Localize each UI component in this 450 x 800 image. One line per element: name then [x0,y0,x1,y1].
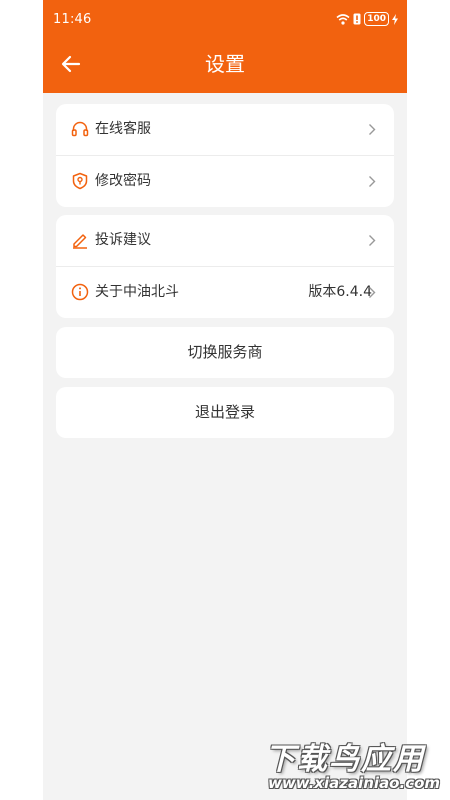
settings-group-2: 投诉建议 关于中油北斗 版本6.4.4 [56,215,394,318]
row-label: 修改密码 [95,173,151,189]
watermark-title: 下载鸟应用 [265,742,425,777]
info-icon [71,283,89,301]
row-online-service[interactable]: 在线客服 [56,104,394,155]
pencil-icon [73,234,87,249]
row-feedback[interactable]: 投诉建议 [56,215,394,266]
wifi-icon [336,14,350,25]
chevron-right-icon [369,287,376,298]
status-icons: 100 [336,12,398,26]
row-label: 在线客服 [95,121,151,137]
status-bar: 11:46 100 [43,0,407,38]
watermark-url: www.xiazainiao.com [268,774,441,792]
status-time: 11:46 [53,12,92,27]
page-title: 设置 [205,52,245,76]
chevron-right-icon [369,124,376,135]
charging-icon [392,13,398,25]
headset-icon [71,121,89,137]
alert-icon [353,13,361,25]
shield-key-icon [72,172,88,190]
row-change-password[interactable]: 修改密码 [56,155,394,207]
app-header: 11:46 100 设置 [43,0,407,93]
settings-group-1: 在线客服 修改密码 [56,104,394,207]
version-value: 版本6.4.4 [308,284,372,300]
switch-provider-button[interactable]: 切换服务商 [56,327,394,378]
row-label: 投诉建议 [95,232,151,248]
battery-icon: 100 [364,12,389,26]
row-about[interactable]: 关于中油北斗 版本6.4.4 [56,266,394,318]
row-label: 关于中油北斗 [95,284,179,300]
chevron-right-icon [369,235,376,246]
watermark: 下载鸟应用 www.xiazainiao.com [265,734,450,800]
logout-button[interactable]: 退出登录 [56,387,394,438]
chevron-right-icon [369,176,376,187]
phone-screen: 11:46 100 设置 在线客服 修改密码 投诉建议 关于中油北斗 版本6.4… [43,0,407,800]
